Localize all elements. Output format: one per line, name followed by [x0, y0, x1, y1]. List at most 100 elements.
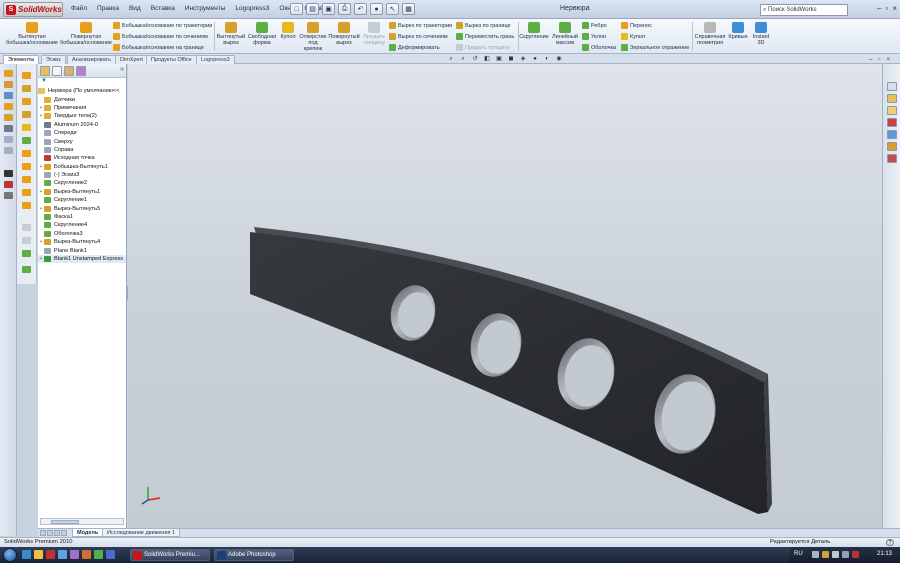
spline-tool-icon[interactable] — [4, 136, 13, 143]
tree-item[interactable]: + Вырез-Вытянуть5 — [38, 204, 126, 212]
tree-scroll-thumb[interactable] — [51, 520, 79, 524]
menu-tools[interactable]: Инструменты — [180, 4, 231, 13]
view-orientation-icon[interactable]: ▣ — [494, 55, 504, 64]
quick-launch-folder-icon[interactable] — [34, 550, 43, 559]
tray-app-icon[interactable] — [822, 551, 829, 558]
tree-item[interactable]: + Примечания — [38, 104, 126, 112]
draft-side-icon[interactable] — [22, 189, 31, 196]
tree-scrollbar[interactable] — [40, 518, 124, 525]
thicken-button[interactable]: Придать толщину — [361, 22, 387, 46]
expand-arrow-icon[interactable]: » — [120, 66, 124, 75]
view-settings-icon[interactable]: ◉ — [554, 55, 564, 64]
clock[interactable]: 21:13 — [877, 551, 892, 557]
rebuild-icon[interactable]: ● — [370, 3, 383, 15]
rib-button[interactable]: Ребро — [582, 22, 607, 29]
thicken-cut-button[interactable]: Придать толщину — [456, 44, 510, 51]
appearance-icon[interactable] — [4, 181, 13, 188]
reference-geometry-button[interactable]: Справочная геометрия — [694, 22, 726, 46]
menu-insert[interactable]: Вставка — [146, 4, 180, 13]
smart-dimension-icon[interactable] — [4, 81, 13, 88]
quick-launch-more-icon[interactable] — [106, 550, 115, 559]
tree-item[interactable]: Aluminum 2024-0 — [38, 121, 126, 129]
tab-model[interactable]: Модель — [72, 529, 104, 537]
mirror-side-icon[interactable] — [22, 266, 31, 273]
viewport-close-icon[interactable]: × — [886, 57, 890, 63]
prev-tab-icon[interactable] — [47, 530, 53, 536]
revolved-boss-button[interactable]: Повернутая бобышка/основание — [60, 22, 112, 46]
boundary-cut-button[interactable]: Вырез по границе — [456, 22, 511, 29]
curve-side-icon[interactable] — [22, 237, 31, 244]
tree-item[interactable]: + Бобышка-Вытянуть1 — [38, 163, 126, 171]
tree-item[interactable]: + Вырез-Вытянуть1 — [38, 188, 126, 196]
linear-pattern-button[interactable]: Линейный массив — [551, 22, 579, 46]
point-tool-icon[interactable] — [4, 147, 13, 154]
options-icon[interactable]: ▦ — [402, 3, 415, 15]
tab-features[interactable]: Элементы — [3, 55, 40, 64]
tree-item[interactable]: Сверху — [38, 137, 126, 145]
help-icon[interactable]: ? — [886, 539, 894, 546]
quick-launch-app-icon[interactable] — [46, 550, 55, 559]
configuration-tab-icon[interactable] — [64, 66, 74, 76]
display-style-hud-icon[interactable]: ◼ — [506, 55, 516, 64]
tree-item[interactable]: + Твердые тела(2) — [38, 112, 126, 120]
tab-evaluate[interactable]: Анализировать — [67, 55, 116, 64]
menu-edit[interactable]: Правка — [92, 4, 124, 13]
tree-item[interactable]: Спереди — [38, 129, 126, 137]
graphics-area[interactable] — [128, 64, 882, 528]
quick-launch-desktop-icon[interactable] — [58, 550, 67, 559]
file-explorer-icon[interactable] — [887, 106, 897, 115]
boundary-boss-button[interactable]: Бобышка/основание на границе — [113, 44, 204, 51]
sweep-icon[interactable] — [22, 111, 31, 118]
section-view-icon[interactable] — [4, 192, 13, 199]
search-field[interactable]: ⌕ Поиск SolidWorks — [760, 4, 848, 16]
quick-launch-media-icon[interactable] — [70, 550, 79, 559]
viewport-restore-icon[interactable]: ▫ — [878, 57, 880, 63]
cut-extrude-icon[interactable] — [22, 85, 31, 92]
swept-cut-button[interactable]: Вырез по траектории — [389, 22, 452, 29]
tray-network-icon[interactable] — [812, 551, 819, 558]
first-tab-icon[interactable] — [40, 530, 46, 536]
taskbar-photoshop[interactable]: Adobe Photoshop — [214, 549, 294, 561]
hole-side-icon[interactable] — [22, 202, 31, 209]
tab-office-products[interactable]: Продукты Office — [146, 55, 197, 64]
shell-button[interactable]: Оболочка — [582, 44, 616, 51]
viewport-minimize-icon[interactable]: ‒ — [869, 57, 872, 63]
tray-alert-icon[interactable] — [852, 551, 859, 558]
view-palette-icon[interactable] — [887, 130, 897, 139]
appearances-icon[interactable] — [887, 142, 897, 151]
feature-tree-tab-icon[interactable] — [40, 66, 50, 76]
instant-3d-button[interactable]: Instant 3D — [750, 22, 772, 46]
language-indicator[interactable]: RU — [794, 551, 803, 557]
tree-item[interactable]: Справа — [38, 146, 126, 154]
arc-tool-icon[interactable] — [4, 125, 13, 132]
rectangle-tool-icon[interactable] — [4, 103, 13, 110]
select-icon[interactable]: ↖ — [386, 3, 399, 15]
dome-small-button[interactable]: Купол — [621, 33, 645, 40]
tree-item[interactable]: Скругление4 — [38, 221, 126, 229]
line-tool-icon[interactable] — [4, 92, 13, 99]
quick-launch-extra-icon[interactable] — [94, 550, 103, 559]
hole-wizard-button[interactable]: Отверстие под крепеж — [299, 22, 327, 52]
tree-item[interactable]: + Blank1 Unstamped Express — [38, 254, 126, 264]
tree-item[interactable]: + Вырез-Вытянуть4 — [38, 238, 126, 246]
sketch-tool-icon[interactable] — [4, 70, 13, 77]
revolve-icon[interactable] — [22, 98, 31, 105]
minimize-icon[interactable]: ‒ — [877, 4, 881, 13]
tray-extra-icon[interactable] — [842, 551, 849, 558]
deform-button[interactable]: Деформировать — [389, 44, 440, 51]
lofted-boss-button[interactable]: Бобышка/основание по сечениям — [113, 33, 208, 40]
maximize-icon[interactable]: ▫ — [885, 4, 888, 13]
previous-view-icon[interactable]: ↺ — [470, 55, 480, 64]
mirror-button[interactable]: Зеркальное отражение — [621, 44, 689, 51]
display-style-icon[interactable] — [4, 170, 13, 177]
tree-item[interactable]: (-) Эскиз3 — [38, 171, 126, 179]
last-tab-icon[interactable] — [61, 530, 67, 536]
fillet-side-icon[interactable] — [22, 137, 31, 144]
menu-file[interactable]: Файл — [66, 4, 92, 13]
tray-volume-icon[interactable] — [832, 551, 839, 558]
filter-icon[interactable]: ▼ — [38, 78, 126, 87]
resources-icon[interactable] — [887, 82, 897, 91]
solidworks-logo[interactable]: S SolidWorks — [3, 2, 63, 17]
rib-side-icon[interactable] — [22, 163, 31, 170]
move-face-button[interactable]: Переместить грань — [456, 33, 514, 40]
